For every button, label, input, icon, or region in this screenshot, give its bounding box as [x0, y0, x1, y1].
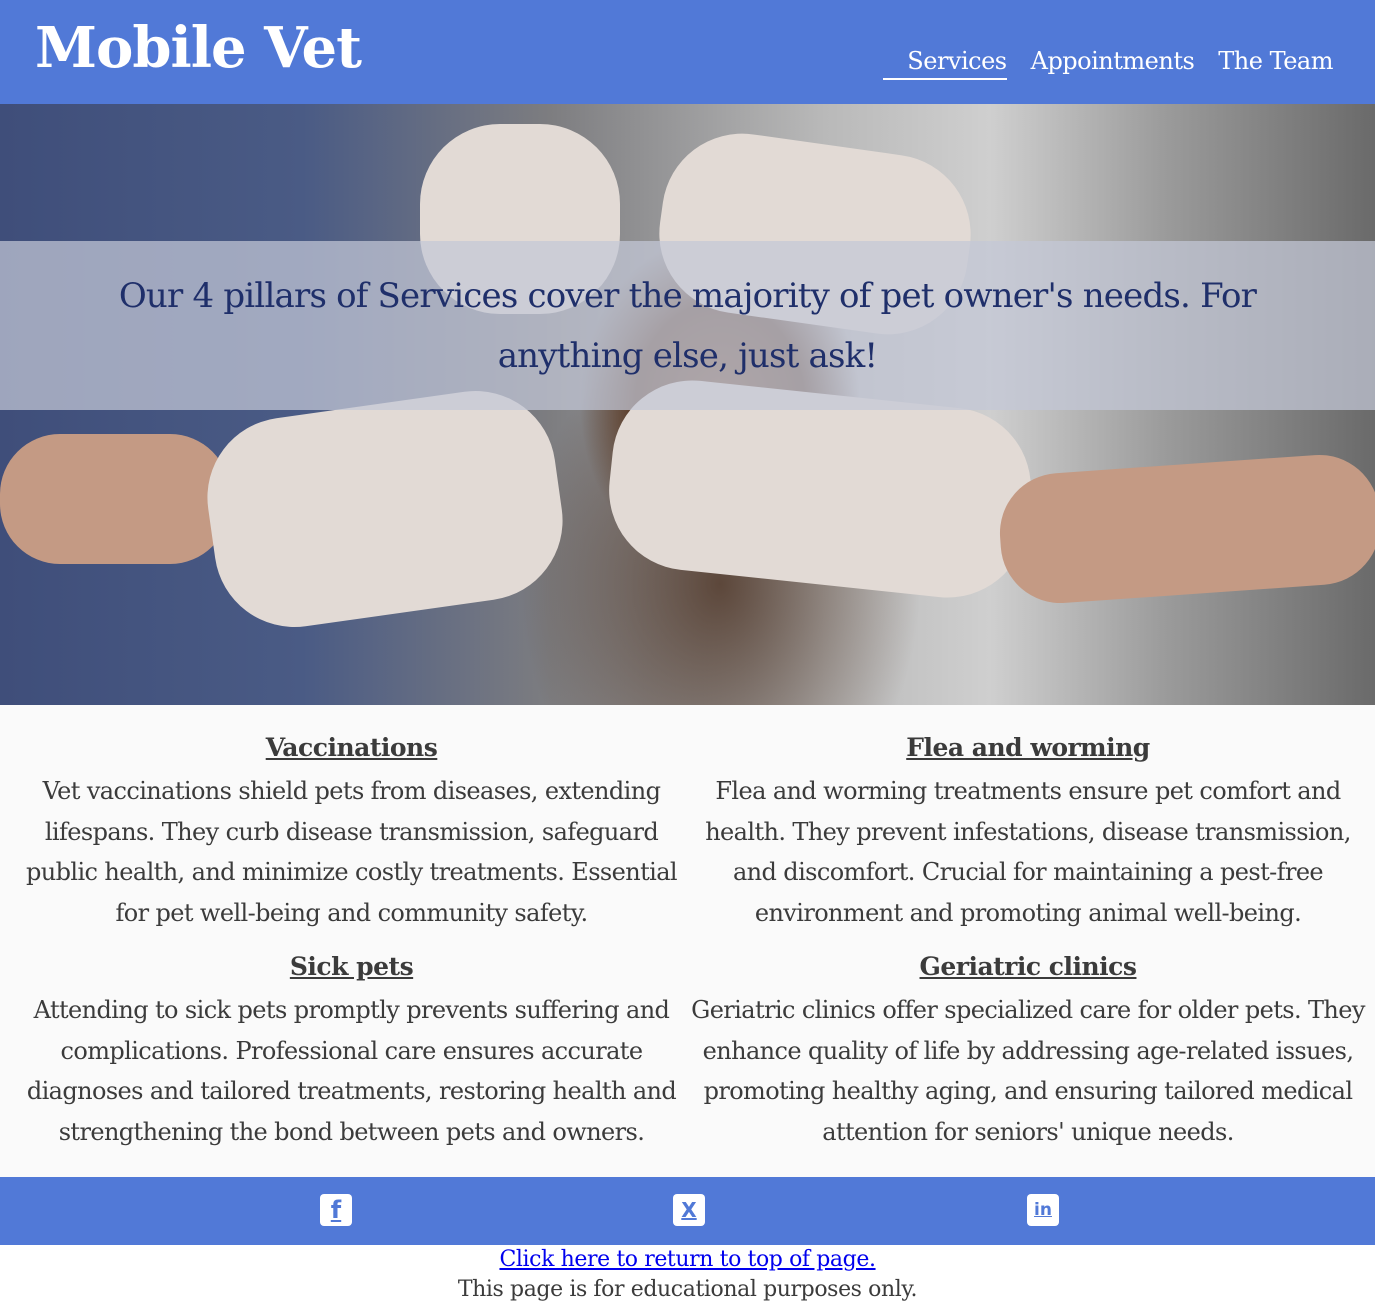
x-twitter-icon[interactable]: X	[673, 1194, 705, 1226]
site-logo-title[interactable]: Mobile Vet	[35, 14, 362, 82]
service-description: Flea and worming treatments ensure pet c…	[705, 777, 1351, 928]
main-nav: Services Appointments The Team	[859, 44, 1333, 80]
site-header: Mobile Vet Services Appointments The Tea…	[0, 0, 1375, 104]
service-card-vaccinations: Vaccinations Vet vaccinations shield pet…	[14, 731, 689, 934]
social-footer: f X in	[0, 1177, 1375, 1245]
facebook-icon[interactable]: f	[320, 1194, 352, 1226]
service-description: Geriatric clinics offer specialized care…	[691, 996, 1365, 1147]
services-section: Vaccinations Vet vaccinations shield pet…	[0, 705, 1375, 1177]
service-title: Geriatric clinics	[919, 952, 1137, 981]
hero-glove-left	[197, 380, 573, 638]
hero-banner: Our 4 pillars of Services cover the majo…	[0, 241, 1375, 410]
service-card-sick-pets: Sick pets Attending to sick pets promptl…	[14, 950, 689, 1153]
hero-arm-right	[995, 450, 1375, 608]
service-title: Flea and worming	[906, 733, 1150, 762]
disclaimer-text: This page is for educational purposes on…	[457, 1277, 918, 1302]
hero-arm-left	[0, 434, 230, 564]
nav-link-appointments[interactable]: Appointments	[1031, 44, 1195, 80]
page-bottom: Click here to return to top of page. Thi…	[0, 1245, 1375, 1305]
service-description: Attending to sick pets promptly prevents…	[26, 996, 677, 1147]
service-title: Sick pets	[289, 952, 414, 981]
service-description: Vet vaccinations shield pets from diseas…	[26, 777, 678, 928]
hero-tagline: Our 4 pillars of Services cover the majo…	[118, 275, 1257, 376]
service-card-flea-worming: Flea and worming Flea and worming treatm…	[688, 731, 1368, 934]
service-card-geriatric-clinics: Geriatric clinics Geriatric clinics offe…	[688, 950, 1368, 1153]
back-to-top-link[interactable]: Click here to return to top of page.	[0, 1245, 1375, 1275]
hero-image: Our 4 pillars of Services cover the majo…	[0, 104, 1375, 705]
nav-link-the-team[interactable]: The Team	[1218, 44, 1333, 80]
service-title: Vaccinations	[265, 733, 438, 762]
linkedin-icon[interactable]: in	[1027, 1194, 1059, 1226]
nav-link-services[interactable]: Services	[883, 44, 1007, 80]
